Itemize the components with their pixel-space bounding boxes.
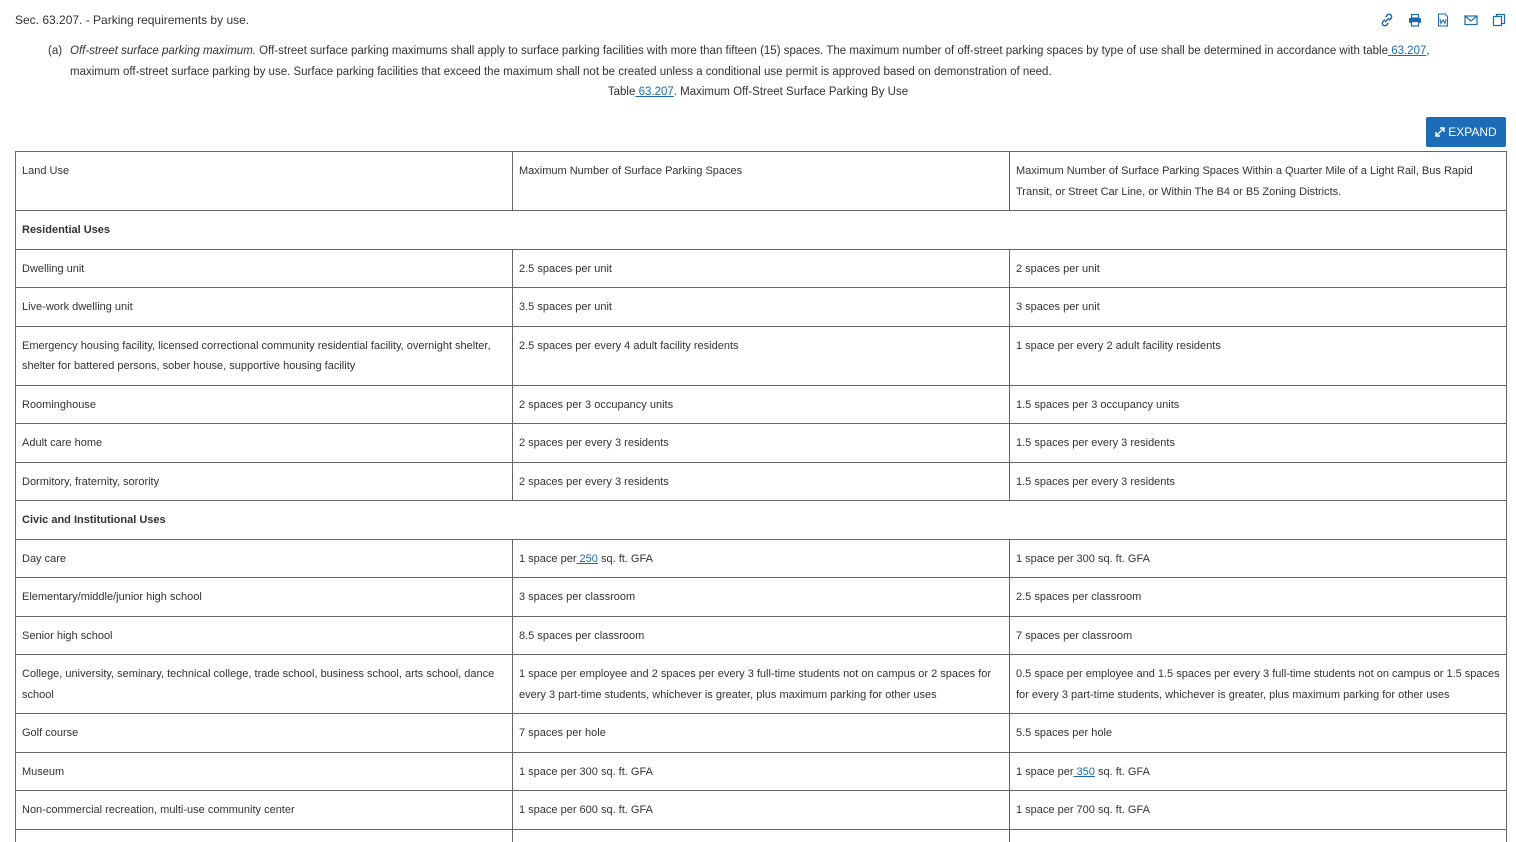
cell-max-prefix: 1 space per (519, 552, 577, 565)
cell-link-250[interactable]: 250 (576, 553, 598, 565)
word-download-icon[interactable] (1434, 12, 1452, 28)
email-icon[interactable] (1462, 12, 1480, 28)
cell-use: Elementary/middle/junior high school (15, 577, 513, 617)
table-group-row: Residential Uses (15, 210, 1507, 250)
cell-use: Adult care home (15, 423, 513, 463)
paragraph-marker: (a) (48, 45, 63, 57)
caption-prefix: Table (607, 86, 636, 98)
table-header-row: Land Use Maximum Number of Surface Parki… (15, 151, 1507, 211)
header-land-use: Land Use (15, 151, 513, 211)
cell-transit: 1.5 spaces per every 3 residents (1009, 423, 1507, 463)
cell-max (512, 828, 1010, 842)
cell-max: 3.5 spaces per unit (512, 287, 1010, 327)
expand-button[interactable]: EXPAND (1426, 117, 1506, 147)
cell-transit: 3 spaces per unit (1009, 287, 1507, 327)
cell-transit: 1.5 spaces per 3 occupancy units (1009, 384, 1507, 424)
cell-transit: 2 spaces per unit (1009, 248, 1507, 288)
cell-transit: 1 space per 700 sq. ft. GFA (1009, 790, 1507, 830)
cell-transit: 1 space per every 2 adult facility resid… (1009, 325, 1507, 386)
table-row: Emergency housing facility, licensed cor… (15, 325, 1507, 386)
table-row: Live-work dwelling unit 3.5 spaces per u… (15, 287, 1507, 327)
cell-use: Emergency housing facility, licensed cor… (15, 325, 513, 386)
cell-transit: 0.5 space per employee and 1.5 spaces pe… (1009, 654, 1507, 714)
table-row: Dwelling unit 2.5 spaces per unit 2 spac… (15, 248, 1507, 288)
header-max-spaces-transit: Maximum Number of Surface Parking Spaces… (1009, 151, 1507, 211)
cell-transit-suffix: sq. ft. GFA (1094, 765, 1150, 778)
table-row (15, 828, 1507, 842)
cell-use (15, 828, 513, 842)
cell-use: College, university, seminary, technical… (15, 654, 513, 714)
table-row: College, university, seminary, technical… (15, 654, 1507, 714)
cell-transit: 1.5 spaces per every 3 residents (1009, 461, 1507, 501)
cell-transit: 2.5 spaces per classroom (1009, 577, 1507, 617)
cell-use: Senior high school (15, 615, 513, 655)
group-residential: Residential Uses (15, 210, 1507, 250)
table-group-row: Civic and Institutional Uses (15, 500, 1507, 540)
table-row: Non-commercial recreation, multi-use com… (15, 790, 1507, 830)
cell-use: Live-work dwelling unit (15, 287, 513, 327)
cell-use: Golf course (15, 713, 513, 753)
cell-max: 2 spaces per every 3 residents (512, 423, 1010, 463)
cell-transit-prefix: 1 space per (1016, 765, 1074, 778)
section-toolbar (1378, 12, 1508, 28)
page: Sec. 63.207. - Parking requirements by u… (0, 0, 1516, 842)
cell-use: Dwelling unit (15, 248, 513, 288)
cell-max: 2 spaces per 3 occupancy units (512, 384, 1010, 424)
group-civic: Civic and Institutional Uses (15, 500, 1507, 540)
cell-max: 2.5 spaces per unit (512, 248, 1010, 288)
table-row: Dormitory, fraternity, sorority 2 spaces… (15, 461, 1507, 501)
caption-title: . Maximum Off-Street Surface Parking By … (673, 86, 909, 98)
table-row: Elementary/middle/junior high school 3 s… (15, 577, 1507, 617)
expand-icon (1435, 127, 1445, 137)
table-row: Golf course 7 spaces per hole 5.5 spaces… (15, 713, 1507, 753)
cell-use: Museum (15, 751, 513, 791)
cell-use: Non-commercial recreation, multi-use com… (15, 790, 513, 830)
cell-max: 1 space per employee and 2 spaces per ev… (512, 654, 1010, 714)
paragraph-text: Off-street surface parking maximums shal… (255, 45, 1388, 57)
table-caption: Table 63.207. Maximum Off-Street Surface… (0, 86, 1516, 98)
table-row: Day care 1 space per 250 sq. ft. GFA 1 s… (15, 538, 1507, 578)
cell-transit: 7 spaces per classroom (1009, 615, 1507, 655)
table-link[interactable]: 63.207 (1388, 45, 1426, 57)
expand-label: EXPAND (1448, 125, 1497, 139)
table-row: Adult care home 2 spaces per every 3 res… (15, 423, 1507, 463)
paragraph-line-2: maximum off-street surface parking by us… (70, 66, 1052, 78)
cell-max: 3 spaces per classroom (512, 577, 1010, 617)
section-title: Sec. 63.207. - Parking requirements by u… (15, 13, 250, 27)
cell-max: 8.5 spaces per classroom (512, 615, 1010, 655)
cell-max: 2.5 spaces per every 4 adult facility re… (512, 325, 1010, 386)
cell-use: Dormitory, fraternity, sorority (15, 461, 513, 501)
cell-transit: 1 space per 300 sq. ft. GFA (1009, 538, 1507, 578)
print-icon[interactable] (1406, 12, 1424, 28)
paragraph-text-end: , (1426, 45, 1430, 57)
paragraph-heading: Off-street surface parking maximum. (70, 45, 256, 57)
cell-use: Day care (15, 538, 513, 578)
table-row: Senior high school 8.5 spaces per classr… (15, 615, 1507, 655)
parking-table: Land Use Maximum Number of Surface Parki… (15, 151, 1507, 842)
header-max-spaces: Maximum Number of Surface Parking Spaces (512, 151, 1010, 211)
cell-max: 7 spaces per hole (512, 713, 1010, 753)
cell-transit: 5.5 spaces per hole (1009, 713, 1507, 753)
table-row: Museum 1 space per 300 sq. ft. GFA 1 spa… (15, 751, 1507, 791)
cell-max: 1 space per 600 sq. ft. GFA (512, 790, 1010, 830)
caption-table-link[interactable]: 63.207 (635, 86, 674, 98)
cell-transit: 1 space per 350 sq. ft. GFA (1009, 751, 1507, 791)
cell-max: 1 space per 300 sq. ft. GFA (512, 751, 1010, 791)
cell-link-350[interactable]: 350 (1073, 766, 1095, 778)
cell-max-suffix: sq. ft. GFA (597, 552, 653, 565)
table-row: Roominghouse 2 spaces per 3 occupancy un… (15, 384, 1507, 424)
paragraph-a: (a) Off-street surface parking maximum. O… (48, 41, 1496, 83)
compare-icon[interactable] (1490, 12, 1508, 28)
link-icon[interactable] (1378, 12, 1396, 28)
cell-use: Roominghouse (15, 384, 513, 424)
cell-max: 1 space per 250 sq. ft. GFA (512, 538, 1010, 578)
cell-transit (1009, 828, 1507, 842)
cell-max: 2 spaces per every 3 residents (512, 461, 1010, 501)
